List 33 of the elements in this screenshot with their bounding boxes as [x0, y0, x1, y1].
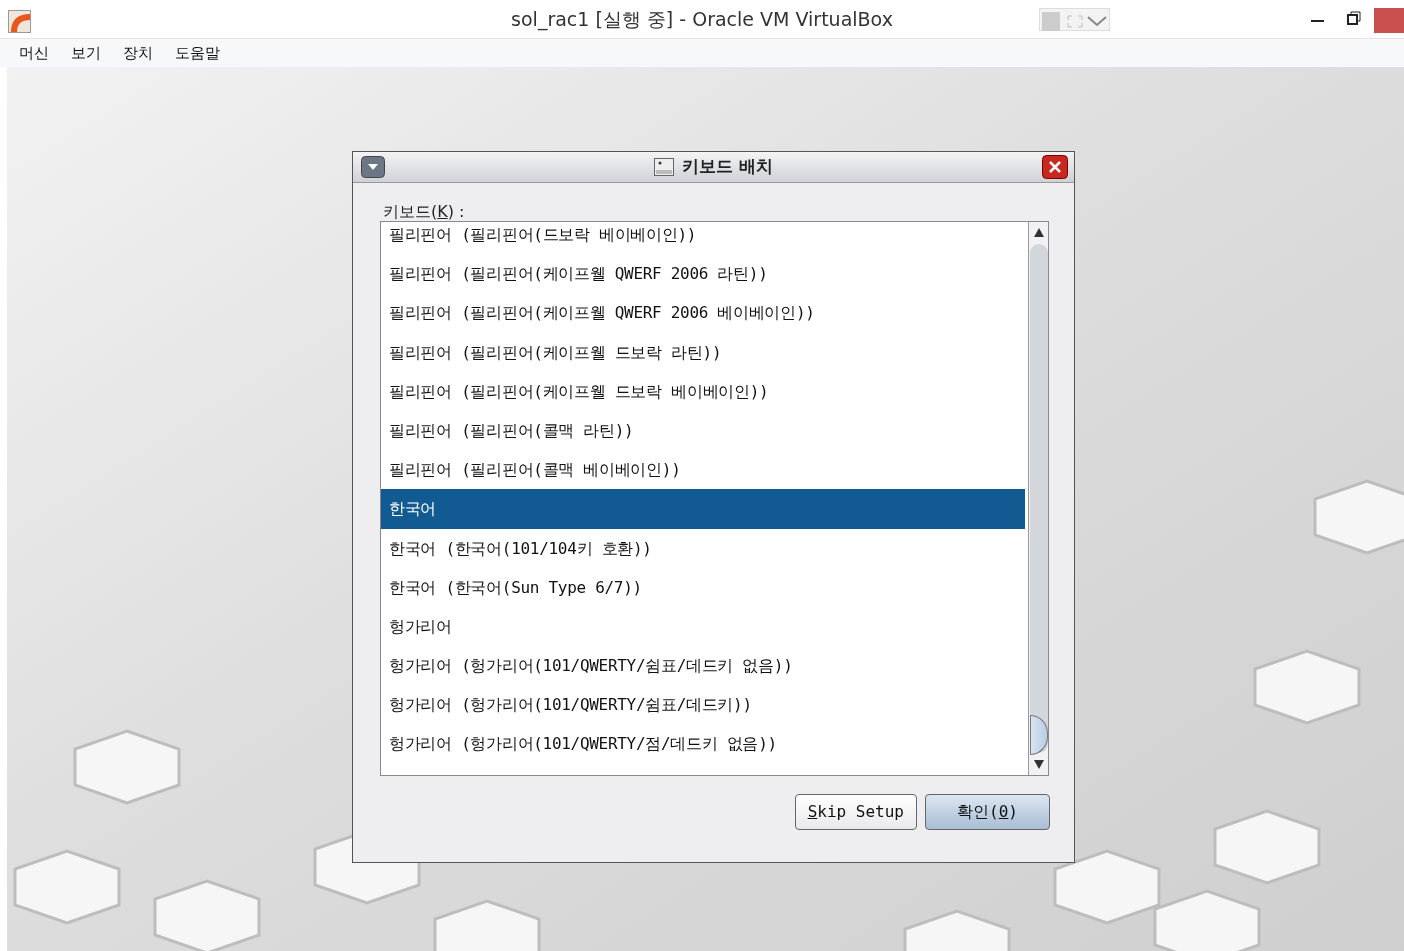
- close-icon[interactable]: [1042, 155, 1068, 179]
- list-item[interactable]: 헝가리어 (헝가리어(101/QWERTY/쉼표/데드키)): [381, 685, 1028, 725]
- window-icon: [654, 158, 675, 176]
- list-item[interactable]: 필리핀어 (필리핀어(드보락 베이베이인)): [381, 222, 1028, 255]
- list-item[interactable]: 필리핀어 (필리핀어(콜맥 라틴)): [381, 410, 1028, 451]
- list-item[interactable]: 헝가리어 (헝가리어(101/QWERTY/쉼표/데드키 없음)): [381, 646, 1028, 686]
- field-label: 키보드(K) :: [383, 203, 466, 221]
- list-item[interactable]: 필리핀어 (필리핀어(케이프웰 QWERF 2006 베이베이인)): [381, 293, 1028, 333]
- scroll-down-icon[interactable]: [1034, 760, 1044, 769]
- app-icon: [8, 10, 31, 33]
- list-item[interactable]: 필리핀어 (필리핀어(케이프웰 드보락 라틴)): [381, 332, 1028, 372]
- dialog-button[interactable]: Skip Setup: [794, 794, 917, 830]
- dialog-title: 키보드 배치: [682, 155, 773, 179]
- list-item[interactable]: 필리핀어 (필리핀어(케이프웰 QWERF 2006 라틴)): [381, 254, 1028, 294]
- menu-item[interactable]: 보기: [60, 39, 112, 67]
- list-item[interactable]: 한국어 (한국어(101/104키 호환)): [381, 528, 1028, 568]
- list-item[interactable]: 헝가리어: [381, 606, 1028, 647]
- list-item[interactable]: 필리핀어 (필리핀어(콜맥 베이베이인)): [381, 450, 1028, 490]
- menu-item[interactable]: 머신: [8, 39, 60, 67]
- dialog-button[interactable]: 확인(0): [925, 794, 1050, 830]
- menu-item[interactable]: 도움말: [164, 39, 231, 67]
- window-title: sol_rac1 [실행 중] - Oracle VM VirtualBox: [511, 6, 893, 33]
- scroll-thumb[interactable]: [1030, 715, 1048, 755]
- list-item[interactable]: 헝가리어 (헝가리어(101/QWERTY/점/데드키 없음)): [381, 724, 1028, 764]
- list-item[interactable]: 한국어: [381, 489, 1025, 529]
- minimize-icon[interactable]: [1311, 20, 1324, 23]
- list-item[interactable]: 필리핀어 (필리핀어(케이프웰 드보락 베이베이인)): [381, 371, 1028, 411]
- menu-item[interactable]: 장치: [112, 39, 164, 67]
- menu-icon[interactable]: [361, 156, 385, 178]
- restore-icon[interactable]: [1347, 11, 1361, 25]
- list-item[interactable]: 한국어 (한국어(Sun Type 6/7)): [381, 567, 1028, 607]
- scrollbar[interactable]: [1028, 222, 1048, 775]
- scroll-up-icon[interactable]: [1034, 228, 1044, 237]
